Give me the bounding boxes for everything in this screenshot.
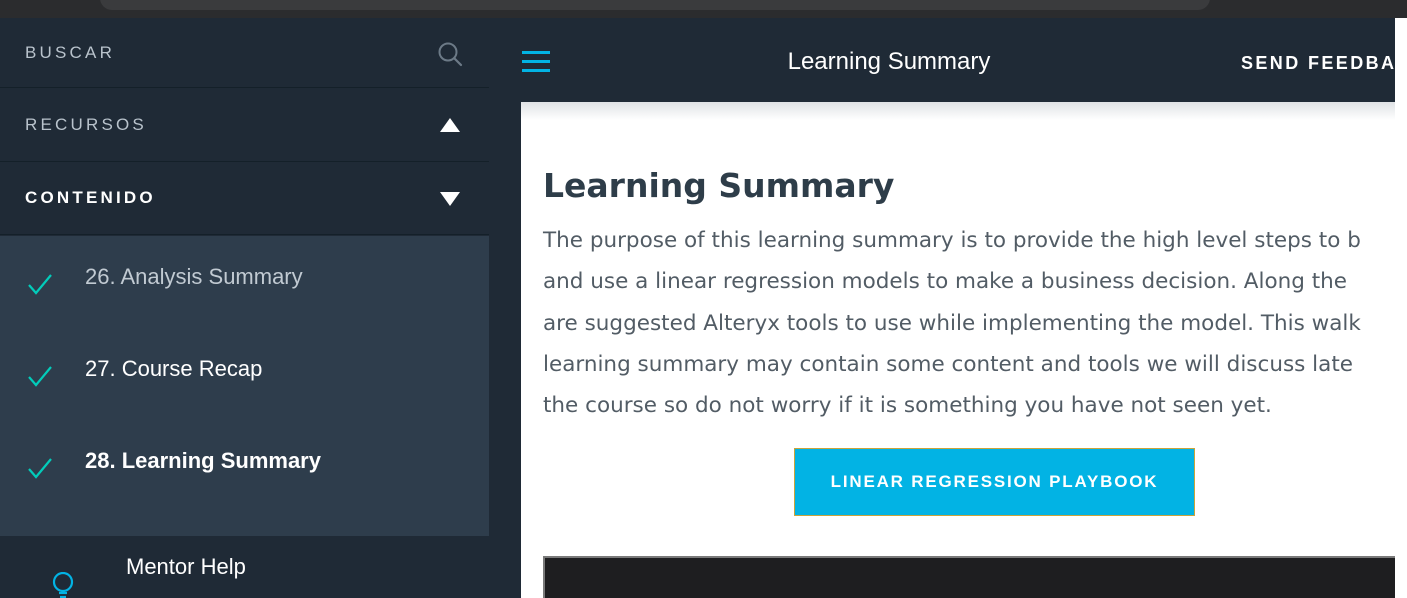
triangle-down-icon[interactable] [440, 192, 460, 206]
mentor-help[interactable]: Mentor Help [0, 536, 489, 598]
checkmark-icon [28, 274, 52, 295]
browser-top-strip [0, 0, 1407, 18]
paragraph-line: and use a linear regression models to ma… [543, 269, 1347, 295]
triangle-up-icon[interactable] [440, 118, 460, 132]
lesson-item-28[interactable]: 28. Learning Summary [0, 420, 489, 512]
header-title: Learning Summary [787, 48, 991, 75]
browser-address-bar[interactable] [100, 0, 1210, 10]
paragraph-line: The purpose of this learning summary is … [543, 228, 1361, 253]
paragraph-line: are suggested Alteryx tools to use while… [543, 310, 1361, 336]
right-edge [1395, 18, 1407, 598]
content-label: CONTENIDO [25, 188, 156, 207]
checkmark-icon [28, 366, 52, 387]
sidebar-search[interactable]: BUSCAR [0, 18, 489, 88]
resources-label: RECURSOS [25, 115, 147, 134]
send-feedback-link[interactable]: SEND FEEDBA [1241, 53, 1396, 74]
mentor-help-label: Mentor Help [126, 554, 246, 579]
lesson-list: 26. Analysis Summary 27. Course Recap 28… [0, 236, 489, 536]
paragraph-line: learning summary may contain some conten… [543, 351, 1353, 377]
app-window: BUSCAR RECURSOS CONTENIDO 26. Analysis S… [0, 0, 1407, 598]
linear-regression-playbook-button[interactable]: LINEAR REGRESSION PLAYBOOK [794, 448, 1195, 516]
lesson-label: 26. Analysis Summary [85, 264, 303, 289]
summary-paragraph: The purpose of this learning summary is … [543, 220, 1395, 426]
lesson-label: 27. Course Recap [85, 356, 263, 381]
video-player[interactable] [543, 556, 1395, 598]
search-icon[interactable] [436, 40, 464, 68]
lightbulb-icon [52, 572, 74, 598]
content-shadow [521, 102, 1395, 120]
checkmark-icon [28, 458, 52, 479]
lesson-item-27[interactable]: 27. Course Recap [0, 328, 489, 420]
top-header: Learning Summary SEND FEEDBA [489, 18, 1407, 102]
lesson-content: Learning Summary The purpose of this lea… [521, 102, 1395, 598]
sidebar-content[interactable]: CONTENIDO [0, 162, 489, 235]
lesson-label: 28. Learning Summary [85, 448, 321, 473]
search-label: BUSCAR [25, 42, 116, 62]
paragraph-line: the course so do not worry if it is some… [543, 393, 1272, 419]
page-title: Learning Summary [543, 166, 895, 205]
sidebar-resources[interactable]: RECURSOS [0, 89, 489, 162]
lesson-item-26[interactable]: 26. Analysis Summary [0, 236, 489, 328]
sidebar: BUSCAR RECURSOS CONTENIDO 26. Analysis S… [0, 18, 489, 598]
